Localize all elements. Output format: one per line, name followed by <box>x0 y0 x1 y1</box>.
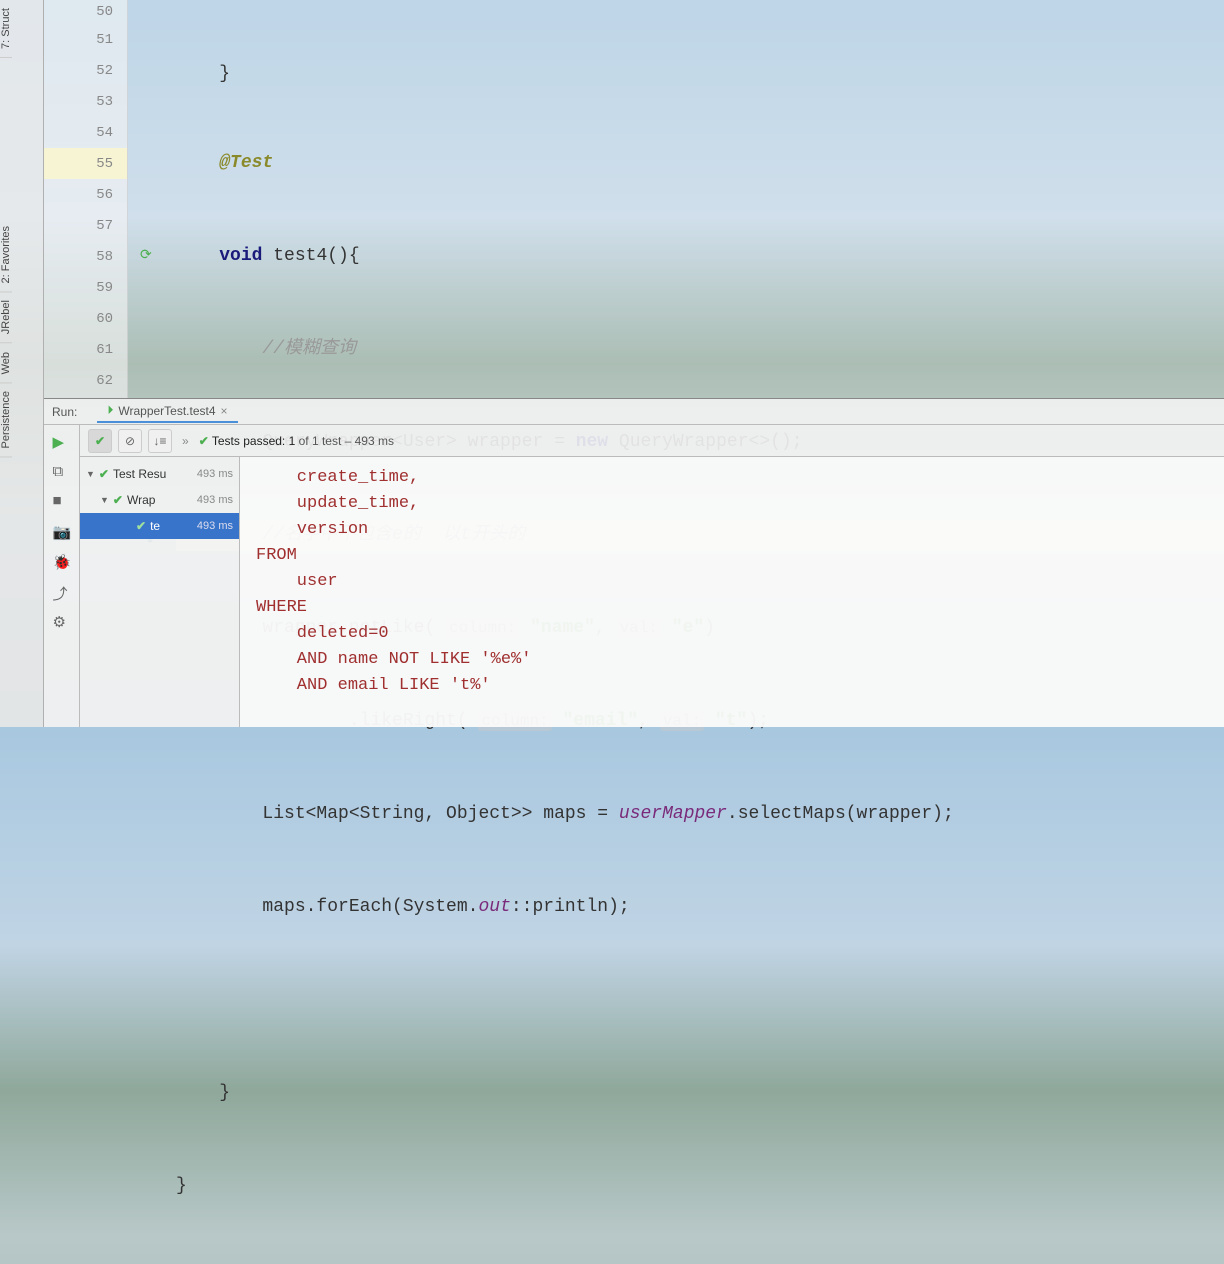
toggle-button[interactable]: ⧉ <box>53 463 71 481</box>
run-button[interactable]: ▶ <box>53 433 71 451</box>
line-number: 52 <box>44 55 127 86</box>
code-line <box>176 985 1224 1016</box>
run-panel: Run: ⏵ WrapperTest.test4 × ▶ ⧉ ■ 📷 🐞 ⤴ ⚙… <box>44 398 1224 727</box>
camera-icon[interactable]: 📷 <box>53 523 71 541</box>
code-line: List<Map<String, Object>> maps = userMap… <box>176 799 1224 830</box>
line-number: 51 <box>44 24 127 55</box>
code-editor[interactable]: 50 51 52 53 54 55 56 57 58 59 60 61 62 }… <box>44 0 1224 398</box>
run-tab-bar: Run: ⏵ WrapperTest.test4 × <box>44 399 1224 425</box>
run-toolbar: ▶ ⧉ ■ 📷 🐞 ⤴ ⚙ <box>44 425 80 727</box>
code-line: ⟳ void test4(){ <box>176 241 1224 272</box>
line-number: 50 <box>44 0 127 24</box>
settings-icon[interactable]: ⚙ <box>53 613 71 631</box>
tree-class[interactable]: ▼ ✔ Wrap 493 ms <box>80 487 239 513</box>
show-passed-button[interactable]: ✔ <box>88 429 112 453</box>
rail-favorites[interactable]: 2: Favorites <box>0 218 12 292</box>
rerun-gutter-icon[interactable]: ⟳ <box>140 241 152 272</box>
console-output[interactable]: create_time, update_time, version FROM u… <box>240 457 1224 727</box>
line-number: 59 <box>44 272 127 303</box>
tree-test[interactable]: ✔ te 493 ms <box>80 513 239 539</box>
test-tree[interactable]: ▼ ✔ Test Resu 493 ms ▼ ✔ Wrap 493 ms ✔ t… <box>80 457 240 727</box>
expand-icon[interactable]: » <box>182 434 189 448</box>
gutter: 50 51 52 53 54 55 56 57 58 59 60 61 62 <box>44 0 128 398</box>
left-tool-rail: 7: Struct 2: Favorites JRebel Web Persis… <box>0 0 44 727</box>
chevron-down-icon[interactable]: ▼ <box>86 469 95 479</box>
code-line: } <box>176 62 1224 86</box>
code-line: @Test <box>176 148 1224 179</box>
line-number: 58 <box>44 241 127 272</box>
code-line: maps.forEach(System.out::println); <box>176 892 1224 923</box>
run-tab-title: WrapperTest.test4 <box>118 404 215 418</box>
exit-icon[interactable]: ⤴ <box>53 583 71 601</box>
show-ignored-button[interactable]: ⊘ <box>118 429 142 453</box>
code-line: } <box>176 1078 1224 1109</box>
line-number: 62 <box>44 365 127 396</box>
code-area[interactable]: } @Test ⟳ void test4(){ //模糊查询 QueryWrap… <box>128 0 1224 398</box>
line-number: 61 <box>44 334 127 365</box>
stop-button[interactable]: ■ <box>53 493 71 511</box>
rail-web[interactable]: Web <box>0 344 12 383</box>
line-number: 55 <box>44 148 127 179</box>
line-number: 57 <box>44 210 127 241</box>
code-line: } <box>176 1171 1224 1202</box>
debug-icon[interactable]: 🐞 <box>53 553 71 571</box>
line-number: 54 <box>44 117 127 148</box>
chevron-down-icon[interactable]: ▼ <box>100 495 109 505</box>
test-status-bar: ✔ ⊘ ↓≡ » ✔ Tests passed: 1 of 1 test – 4… <box>80 425 1224 457</box>
line-number: 56 <box>44 179 127 210</box>
run-tab[interactable]: ⏵ WrapperTest.test4 × <box>97 400 237 423</box>
code-line: //模糊查询 <box>176 334 1224 365</box>
rail-structure[interactable]: 7: Struct <box>0 0 12 58</box>
line-number: 53 <box>44 86 127 117</box>
run-label: Run: <box>52 405 77 419</box>
close-tab-icon[interactable]: × <box>221 404 228 418</box>
line-number: 60 <box>44 303 127 334</box>
sort-button[interactable]: ↓≡ <box>148 429 172 453</box>
play-icon: ⏵ <box>107 403 113 418</box>
tree-root[interactable]: ▼ ✔ Test Resu 493 ms <box>80 461 239 487</box>
rail-jrebel[interactable]: JRebel <box>0 292 12 343</box>
rail-persistence[interactable]: Persistence <box>0 383 12 457</box>
